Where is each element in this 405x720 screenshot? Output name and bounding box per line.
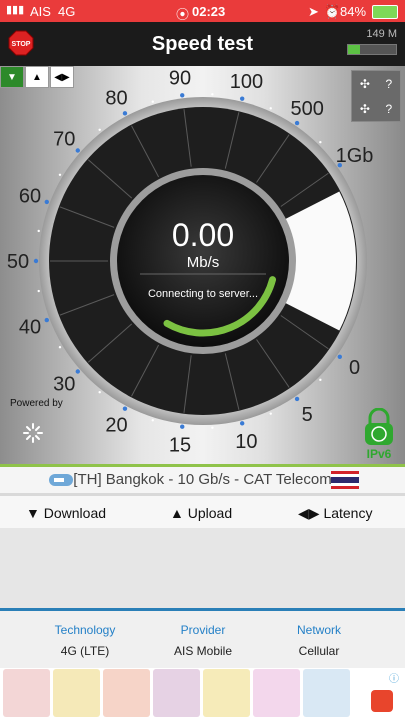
- dial-tick-label: 0: [349, 357, 360, 379]
- dial-tick: [122, 406, 128, 411]
- dial-tick: [75, 369, 80, 374]
- ad-product-image[interactable]: [253, 669, 300, 717]
- ad-info-icon[interactable]: ⓘ: [389, 670, 399, 685]
- provider-value: AIS Mobile: [173, 644, 233, 658]
- latency-arrows-icon: ◀▶: [298, 505, 320, 521]
- provider-label: Provider: [180, 623, 226, 637]
- dial-tick: [180, 93, 185, 98]
- ad-product-image[interactable]: [303, 669, 350, 717]
- dial-tick: [294, 396, 300, 402]
- dial-minor-tick: [319, 140, 322, 144]
- dial-minor-tick: [211, 426, 214, 429]
- battery-icon: [372, 5, 398, 19]
- dial-minor-tick: [98, 391, 101, 394]
- thailand-flag-icon: [331, 471, 359, 489]
- shop-bag-icon[interactable]: [371, 690, 393, 712]
- tab-upload[interactable]: ▲ Upload: [170, 505, 232, 521]
- tab-latency[interactable]: ◀▶ Latency: [298, 505, 372, 522]
- dial-minor-tick: [151, 419, 154, 422]
- upload-arrow-icon: ▲: [170, 505, 184, 521]
- dial-tick: [239, 96, 245, 101]
- ipv6-label: IPv6: [367, 447, 392, 460]
- dial-tick-label: 5: [302, 404, 313, 426]
- memory-label: 149 M: [366, 28, 397, 40]
- memory-bar-fill: [348, 45, 360, 54]
- page-title: Speed test: [151, 33, 254, 55]
- dial-minor-tick: [211, 93, 214, 96]
- dial-minor-tick: [151, 100, 154, 103]
- dial-tick: [294, 120, 300, 126]
- dial-tick: [44, 199, 49, 205]
- connection-status: Connecting to server...: [148, 288, 258, 300]
- dial-minor-tick: [269, 412, 272, 415]
- speed-value: 0.00: [172, 217, 234, 253]
- dial-tick: [33, 258, 39, 264]
- network-label: Network: [296, 623, 341, 637]
- battery-percent: 84%: [340, 4, 367, 19]
- speed-unit: Mb/s: [187, 254, 220, 271]
- tab-upload-label: Upload: [187, 505, 233, 521]
- tab-latency-label: Latency: [323, 505, 373, 521]
- dial-tick-label: 20: [105, 415, 127, 437]
- server-selector[interactable]: [TH] Bangkok - 10 Gb/s - CAT Telecom: [0, 467, 405, 493]
- dial-tick: [75, 148, 80, 153]
- location-icon: ➤: [308, 4, 319, 19]
- dial-minor-tick: [319, 378, 322, 382]
- ad-product-image[interactable]: [203, 669, 250, 717]
- memory-bar: [347, 44, 397, 55]
- signal-icon: ▮▮▮: [6, 4, 25, 16]
- technology-label: Technology: [54, 623, 116, 637]
- dial-minor-tick: [37, 289, 40, 293]
- ad-banner[interactable]: ⓘ: [0, 668, 405, 720]
- download-arrow-icon: ▼: [26, 505, 40, 521]
- record-icon: ⦿: [176, 7, 190, 22]
- powered-by-label: Powered by: [10, 398, 63, 409]
- carrier-label: AIS: [30, 4, 51, 19]
- speed-gauge-panel: ▼ ▲ ◀▶ ✣? ✣? 0.00 Mb/s Connecting to ser: [0, 66, 405, 464]
- dial-tick: [44, 317, 49, 323]
- ad-product-image[interactable]: [153, 669, 200, 717]
- dial-tick-label: 30: [53, 373, 75, 395]
- loading-spinner-icon: [23, 423, 43, 443]
- dial-minor-tick: [37, 229, 40, 233]
- dial-tick-label: 40: [19, 316, 41, 338]
- dial-minor-tick: [58, 173, 62, 177]
- dial-tick-label: 10: [235, 431, 257, 453]
- tab-download[interactable]: ▼ Download: [26, 505, 106, 521]
- results-tabs: ▼ Download ▲ Upload ◀▶ Latency: [0, 496, 405, 528]
- dial-tick-label: 80: [105, 87, 127, 109]
- technology-value: 4G (LTE): [60, 644, 110, 658]
- dial-tick-label: 100: [230, 71, 263, 93]
- app-bar: STOP Speed test 149 M: [0, 22, 405, 66]
- dial-minor-tick: [269, 107, 272, 110]
- network-type: 4G: [58, 4, 76, 19]
- dial-tick-label: 50: [7, 251, 29, 273]
- connection-info: Technology 4G (LTE) Provider AIS Mobile …: [0, 611, 405, 668]
- dial-tick: [122, 111, 128, 116]
- dial-tick: [337, 354, 342, 359]
- dial-tick-label: 1Gb: [336, 145, 374, 167]
- dial-minor-tick: [58, 345, 62, 349]
- alarm-icon: ⏰: [324, 4, 341, 19]
- ad-product-image[interactable]: [3, 669, 50, 717]
- dial-tick: [239, 421, 245, 426]
- dial-tick-label: 70: [53, 129, 75, 151]
- network-value: Cellular: [298, 644, 340, 658]
- dial-tick: [180, 424, 185, 429]
- dial-tick-label: 60: [19, 186, 41, 208]
- ad-product-image[interactable]: [103, 669, 150, 717]
- ipv6-lock-icon: IPv6: [365, 408, 393, 460]
- dial-tick-label: 90: [169, 67, 191, 89]
- dial-tick-label: 500: [291, 98, 324, 120]
- dial-minor-tick: [98, 128, 101, 131]
- results-area: [0, 528, 405, 608]
- ad-product-image[interactable]: [53, 669, 100, 717]
- clock: 02:23: [192, 4, 226, 19]
- status-bar: ▮▮▮ AIS 4G ⦿ 02:23 ➤ ⏰ 84%: [0, 0, 405, 22]
- tab-download-label: Download: [43, 505, 107, 521]
- dial-tick-label: 15: [169, 435, 191, 457]
